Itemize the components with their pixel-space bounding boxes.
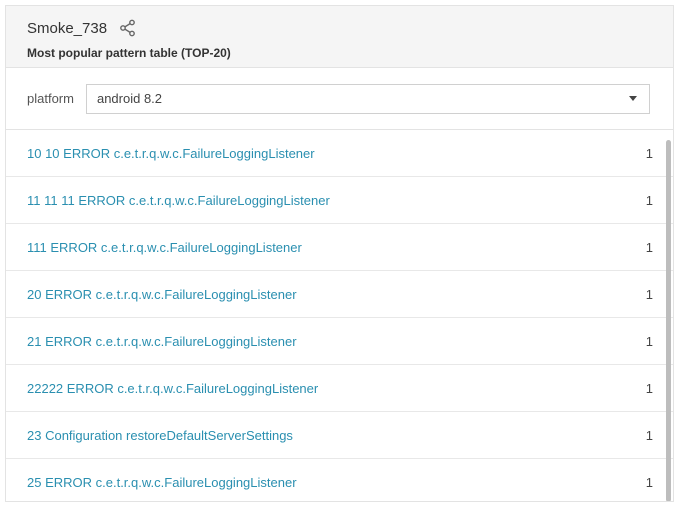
filter-bar: platform android 8.2 — [6, 68, 673, 130]
pattern-count: 1 — [645, 145, 653, 161]
table-row: 25 ERROR c.e.t.r.q.w.c.FailureLoggingLis… — [6, 459, 673, 501]
pattern-link[interactable]: 111 ERROR c.e.t.r.q.w.c.FailureLoggingLi… — [27, 240, 302, 255]
pattern-count: 1 — [645, 239, 653, 255]
table-row: 10 10 ERROR c.e.t.r.q.w.c.FailureLogging… — [6, 130, 673, 177]
platform-select-value: android 8.2 — [96, 91, 163, 106]
platform-label: platform — [27, 91, 74, 106]
table-row: 111 ERROR c.e.t.r.q.w.c.FailureLoggingLi… — [6, 224, 673, 271]
chevron-down-icon — [628, 96, 637, 101]
pattern-count: 1 — [645, 474, 653, 490]
pattern-link[interactable]: 10 10 ERROR c.e.t.r.q.w.c.FailureLogging… — [27, 146, 315, 161]
table-row: 21 ERROR c.e.t.r.q.w.c.FailureLoggingLis… — [6, 318, 673, 365]
platform-select[interactable]: android 8.2 — [85, 83, 650, 114]
table-row: 22222 ERROR c.e.t.r.q.w.c.FailureLogging… — [6, 365, 673, 412]
table-row: 20 ERROR c.e.t.r.q.w.c.FailureLoggingLis… — [6, 271, 673, 318]
pattern-link[interactable]: 11 11 11 ERROR c.e.t.r.q.w.c.FailureLogg… — [27, 193, 330, 208]
pattern-link[interactable]: 20 ERROR c.e.t.r.q.w.c.FailureLoggingLis… — [27, 287, 297, 302]
pattern-link[interactable]: 25 ERROR c.e.t.r.q.w.c.FailureLoggingLis… — [27, 475, 297, 490]
pattern-link[interactable]: 22222 ERROR c.e.t.r.q.w.c.FailureLogging… — [27, 381, 318, 396]
widget-subtitle: Most popular pattern table (TOP-20) — [27, 46, 231, 60]
pattern-count: 1 — [645, 192, 653, 208]
pattern-link[interactable]: 21 ERROR c.e.t.r.q.w.c.FailureLoggingLis… — [27, 334, 297, 349]
widget-header: Smoke_738 Most popular pattern table (TO… — [6, 6, 673, 68]
pattern-count: 1 — [645, 333, 653, 349]
pattern-link[interactable]: 23 Configuration restoreDefaultServerSet… — [27, 428, 293, 443]
pattern-list: 10 10 ERROR c.e.t.r.q.w.c.FailureLogging… — [6, 130, 673, 501]
table-row: 23 Configuration restoreDefaultServerSet… — [6, 412, 673, 459]
pattern-count: 1 — [645, 380, 653, 396]
scrollbar[interactable] — [666, 140, 671, 501]
pattern-widget: Smoke_738 Most popular pattern table (TO… — [5, 5, 674, 502]
share-icon[interactable] — [119, 19, 137, 37]
widget-title: Smoke_738 — [27, 19, 108, 37]
title-row: Smoke_738 — [27, 18, 673, 38]
pattern-count: 1 — [645, 427, 653, 443]
pattern-count: 1 — [645, 286, 653, 302]
table-row: 11 11 11 ERROR c.e.t.r.q.w.c.FailureLogg… — [6, 177, 673, 224]
